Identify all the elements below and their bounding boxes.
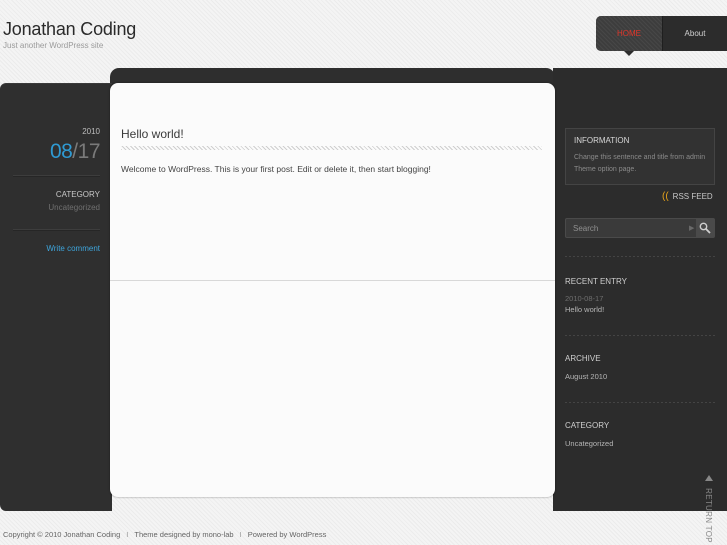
meta-divider xyxy=(13,175,100,177)
rss-icon: (( xyxy=(662,191,669,202)
rss-feed-link[interactable]: ((RSS FEED xyxy=(662,191,713,202)
sidebar-separator xyxy=(565,256,715,257)
search-arrow-icon: ▶ xyxy=(689,225,695,232)
nav-item-home[interactable]: HOME xyxy=(596,16,662,51)
footer-separator: I xyxy=(126,530,129,539)
post-card: Hello world! Welcome to WordPress. This … xyxy=(110,83,555,497)
nav-item-about[interactable]: About xyxy=(662,16,727,51)
footer-separator: I xyxy=(239,530,242,539)
footer-copyright: Copyright © 2010 Jonathan Coding xyxy=(3,530,121,539)
post-month: 08 xyxy=(49,140,73,163)
search-icon xyxy=(699,222,711,234)
rss-feed-label: RSS FEED xyxy=(672,192,713,201)
post-divider xyxy=(110,280,555,281)
meta-divider xyxy=(13,229,100,231)
site-title[interactable]: Jonathan Coding xyxy=(3,19,136,40)
archive-heading: ARCHIVE xyxy=(565,354,601,363)
recent-entry-date: 2010-08-17 xyxy=(565,294,604,303)
footer-theme-link[interactable]: Theme designed by mono-lab xyxy=(134,530,233,539)
post-body: Welcome to WordPress. This is your first… xyxy=(121,164,431,174)
footer-powered-link[interactable]: Powered by WordPress xyxy=(248,530,327,539)
information-title: INFORMATION xyxy=(574,136,630,145)
site-description: Just another WordPress site xyxy=(3,41,104,50)
return-top-label: RETURN TOP xyxy=(703,488,713,543)
post-date: 08/17 xyxy=(20,140,101,164)
post-category-link[interactable]: Uncategorized xyxy=(20,203,100,212)
search-input[interactable] xyxy=(566,219,690,237)
nav-active-indicator xyxy=(624,51,634,56)
archive-link[interactable]: August 2010 xyxy=(565,372,607,381)
search-button[interactable] xyxy=(696,219,714,237)
recent-entry-heading: RECENT ENTRY xyxy=(565,277,627,286)
category-heading: CATEGORY xyxy=(565,421,610,430)
post-day: 17 xyxy=(77,140,101,163)
post-year: 2010 xyxy=(82,127,100,136)
footer: Copyright © 2010 Jonathan Coding I Theme d… xyxy=(3,530,326,539)
post-title[interactable]: Hello world! xyxy=(121,127,184,141)
information-text: Change this sentence and title from admi… xyxy=(574,154,706,173)
write-comment-link[interactable]: Write comment xyxy=(20,244,100,253)
information-box: INFORMATION Change this sentence and tit… xyxy=(565,128,715,185)
category-link[interactable]: Uncategorized xyxy=(565,439,613,448)
return-top-link[interactable]: RETURN TOP xyxy=(703,475,717,545)
post-title-rule xyxy=(121,146,542,150)
post-category-heading: CATEGORY xyxy=(55,190,100,199)
main-nav: HOME About xyxy=(596,16,727,51)
sidebar-separator xyxy=(565,402,715,403)
recent-entry-link[interactable]: Hello world! xyxy=(565,305,604,314)
up-arrow-icon xyxy=(705,475,713,481)
sidebar-separator xyxy=(565,335,715,336)
search-form: ▶ xyxy=(565,218,715,238)
